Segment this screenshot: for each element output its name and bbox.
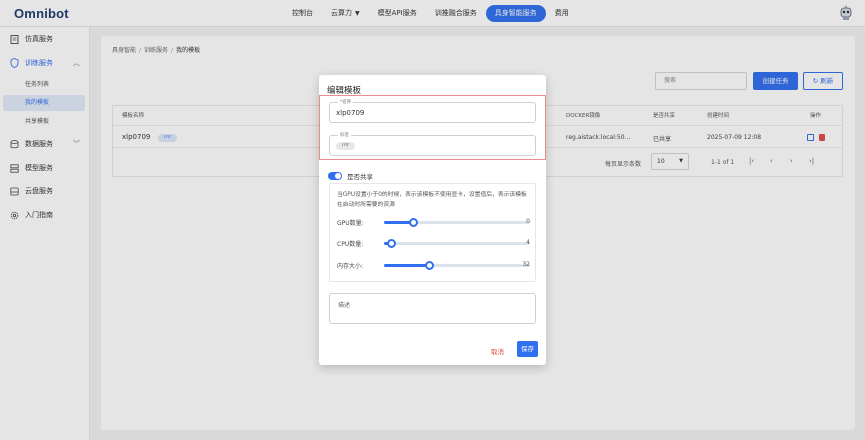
cancel-button[interactable]: 取消 xyxy=(491,346,504,356)
button-label: 取消 xyxy=(491,348,504,356)
memory-slider-value: 32 xyxy=(522,261,530,268)
cpu-slider-value: 4 xyxy=(526,239,530,246)
share-toggle-row: 是否共享 xyxy=(328,171,373,181)
share-toggle[interactable] xyxy=(328,172,342,180)
memory-slider[interactable] xyxy=(384,261,530,270)
gpu-slider-label: GPU数量: xyxy=(337,220,364,227)
slider-thumb[interactable] xyxy=(409,218,419,227)
memory-slider-label: 内存大小: xyxy=(337,263,364,270)
name-field-value: xlp0709 xyxy=(336,109,365,117)
description-textarea[interactable]: 描述 xyxy=(329,293,536,324)
tag-field-label: 标签 xyxy=(338,132,351,138)
toggle-knob xyxy=(335,173,341,179)
cpu-slider-label: CPU数量: xyxy=(337,241,364,248)
memory-slider-row: 内存大小: 32 xyxy=(337,259,532,271)
label-text: 名称 xyxy=(342,100,352,105)
slider-fill xyxy=(384,264,430,267)
share-toggle-label: 是否共享 xyxy=(347,173,373,181)
name-field-label: *名称 xyxy=(338,99,354,105)
save-button[interactable]: 保存 xyxy=(517,341,538,357)
gpu-slider-value: 0 xyxy=(526,218,530,225)
gpu-slider-row: GPU数量: 0 xyxy=(337,216,532,228)
resource-note: 当GPU设置小于0的时候，表示该模板不使用显卡，设置值后，表示该模板在启动时所需… xyxy=(337,192,527,208)
button-label: 保存 xyxy=(521,345,534,353)
cpu-slider[interactable] xyxy=(384,239,530,248)
edit-template-dialog: 编辑模板 *名称 xlp0709 标签 rrrr 是否共享 当GPU设置小于0的… xyxy=(319,75,546,365)
cpu-slider-row: CPU数量: 4 xyxy=(337,237,532,249)
tag-chip[interactable]: rrrr xyxy=(336,142,355,150)
description-placeholder: 描述 xyxy=(338,302,351,309)
slider-thumb[interactable] xyxy=(387,239,397,248)
slider-thumb[interactable] xyxy=(425,261,435,270)
tag-field[interactable]: 标签 rrrr xyxy=(329,132,536,156)
resource-panel: 当GPU设置小于0的时候，表示该模板不使用显卡，设置值后，表示该模板在启动时所需… xyxy=(329,183,536,282)
name-field[interactable]: *名称 xlp0709 xyxy=(329,99,536,123)
gpu-slider[interactable] xyxy=(384,218,530,227)
